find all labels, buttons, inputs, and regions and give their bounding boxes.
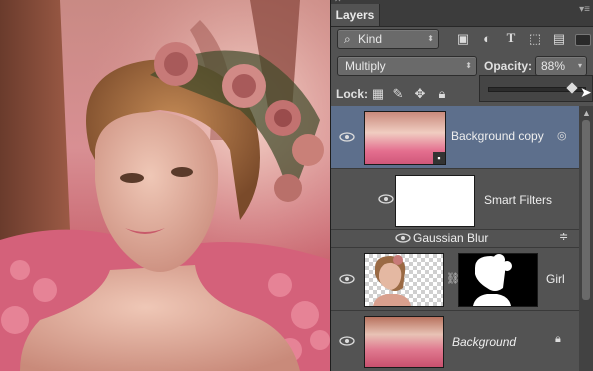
layer-row-gaussian-blur[interactable]: Gaussian Blur ≑ <box>331 229 579 248</box>
mouse-cursor-icon: ➤ <box>580 84 592 100</box>
scrollbar-thumb[interactable] <box>582 120 590 300</box>
filter-mask-thumbnail[interactable] <box>395 175 475 227</box>
mask-silhouette <box>473 254 512 306</box>
opacity-slider-popup: ➤ <box>479 75 593 102</box>
eye-icon[interactable] <box>395 232 411 244</box>
layer-thumbnail[interactable] <box>364 253 444 307</box>
filter-toggle-switch[interactable] <box>575 34 591 46</box>
eye-icon[interactable] <box>378 193 394 205</box>
layer-row-background[interactable]: Background 🔒︎ <box>331 311 579 371</box>
smart-object-filter-icon[interactable]: ▤ <box>551 31 567 47</box>
layer-name[interactable]: Smart Filters <box>484 193 552 207</box>
lock-all-icon[interactable]: 🔒︎ <box>435 86 449 102</box>
type-filter-icon[interactable]: T <box>503 30 519 46</box>
lock-icon: 🔒︎ <box>555 333 561 345</box>
girl-thumbnail-art <box>373 255 411 306</box>
filter-blending-options-icon[interactable]: ≑ <box>559 230 568 243</box>
eye-icon[interactable] <box>339 273 355 285</box>
shape-filter-icon[interactable]: ⬚ <box>527 31 543 47</box>
kind-filter-label: Kind <box>358 32 383 46</box>
layer-row-background-copy[interactable]: ▪ Background copy ◎ <box>331 106 579 169</box>
lock-transparent-icon[interactable]: ▦ <box>371 86 385 102</box>
filter-row: ⌕ Kind ⬍ ▣ ◐ T ⬚ ▤ <box>331 27 593 51</box>
eye-icon[interactable] <box>339 131 355 143</box>
chevron-updown-icon: ⬍ <box>465 61 472 70</box>
document-canvas[interactable] <box>0 0 330 371</box>
image-filter-icon[interactable]: ▣ <box>455 31 471 47</box>
blend-mode-select[interactable]: Multiply ⬍ <box>337 56 477 76</box>
smart-object-badge-icon: ▪ <box>433 152 445 164</box>
opacity-label: Opacity: <box>484 59 533 73</box>
layer-name[interactable]: Background copy <box>451 129 544 143</box>
layer-row-smart-filters[interactable]: Smart Filters <box>331 169 579 230</box>
chevron-down-icon: ▾ <box>577 61 582 70</box>
lock-brush-icon[interactable]: ✎ <box>391 86 405 102</box>
search-icon: ⌕ <box>344 32 351 46</box>
panel-menu-icon[interactable]: ▾≡ <box>579 4 590 15</box>
layer-mask-thumbnail[interactable] <box>458 253 538 307</box>
lock-label: Lock: <box>336 87 369 101</box>
opacity-field[interactable]: 88% ▾ <box>535 56 587 76</box>
eye-icon[interactable] <box>339 335 355 347</box>
kind-filter-select[interactable]: ⌕ Kind ⬍ <box>337 29 439 49</box>
panel-tab-bar: ✕ Layers ▾≡ <box>331 0 593 27</box>
canvas-artwork <box>0 0 330 371</box>
layers-list: ▪ Background copy ◎ Smart Filters Gaussi… <box>331 106 593 371</box>
tab-layers[interactable]: Layers <box>331 4 380 26</box>
layer-row-girl[interactable]: ⛓︎ Girl <box>331 248 579 311</box>
layers-scrollbar[interactable]: ▲ <box>579 106 593 371</box>
layer-name[interactable]: Girl <box>546 272 565 286</box>
layer-name[interactable]: Background <box>452 335 516 349</box>
opacity-value: 88% <box>541 59 566 73</box>
scroll-up-icon[interactable]: ▲ <box>582 108 591 118</box>
lock-position-icon[interactable]: ✥ <box>413 86 427 102</box>
adjustment-filter-icon[interactable]: ◐ <box>479 31 495 46</box>
blend-mode-label: Multiply <box>345 59 386 73</box>
layer-thumbnail[interactable] <box>364 316 444 368</box>
layers-panel: ✕ Layers ▾≡ ⌕ Kind ⬍ ▣ ◐ T ⬚ ▤ Multiply … <box>330 0 593 371</box>
filter-effects-icon[interactable]: ◎ <box>557 129 567 142</box>
layer-thumbnail[interactable]: ▪ <box>364 111 446 165</box>
layer-name[interactable]: Gaussian Blur <box>413 231 488 245</box>
chevron-updown-icon: ⬍ <box>427 34 434 43</box>
